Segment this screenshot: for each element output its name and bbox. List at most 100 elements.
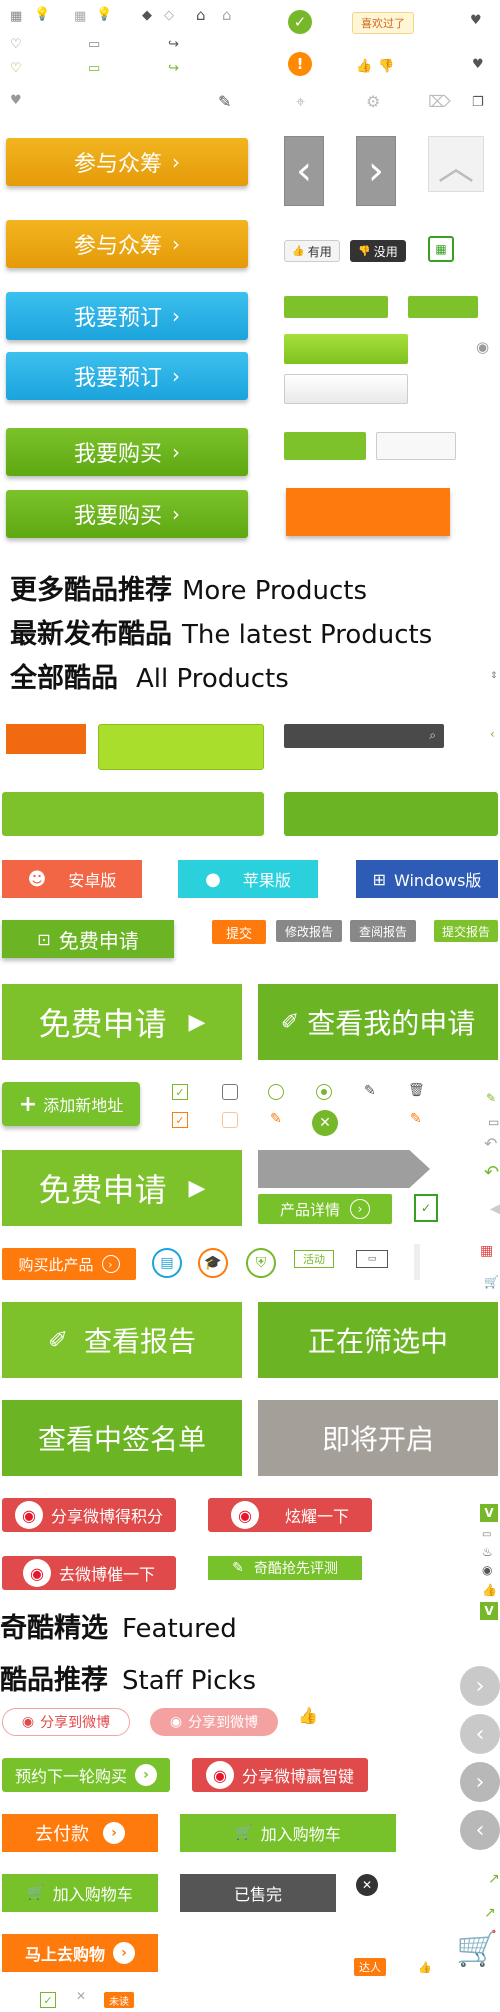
scroll-top-button[interactable]: ︿ (428, 136, 484, 192)
useful-yes-button[interactable]: 👍 有用 (284, 240, 340, 262)
show-off-button[interactable]: ◉ 炫耀一下 (208, 1498, 372, 1532)
trash-icon[interactable]: 🗑 (408, 1084, 425, 1097)
green-bar-button[interactable] (284, 296, 388, 318)
heart-green-icon[interactable]: ♡ (10, 62, 22, 75)
orange-bar-button[interactable] (6, 724, 86, 754)
android-button[interactable]: ☻ 安卓版 (2, 860, 142, 898)
fire-icon[interactable]: ♨ (482, 1546, 493, 1558)
circle-prev-button-2[interactable]: ‹ (460, 1810, 500, 1850)
search-icon[interactable]: ⌕ (429, 728, 436, 743)
heart-dark-icon[interactable]: ♥ (470, 14, 482, 27)
view-report-big-button[interactable]: ✐ 查看报告 (2, 1302, 242, 1378)
orange-block-button[interactable] (286, 488, 450, 536)
reserve-next-round-button[interactable]: 预约下一轮购买 › (2, 1758, 170, 1792)
film-icon[interactable]: ▤ (152, 1248, 182, 1278)
submit-button[interactable]: 提交 (212, 920, 266, 944)
thumb-up-icon[interactable]: 👍 (356, 60, 372, 73)
share-weibo-points-button[interactable]: ◉ 分享微博得积分 (2, 1498, 176, 1532)
pen-check-icon[interactable]: ✎ (218, 94, 231, 110)
chevron-left-gray-icon[interactable]: ◀ (490, 1202, 500, 1216)
add-address-button[interactable]: + 添加新地址 (2, 1082, 140, 1126)
calendar-red-icon[interactable]: ▦ (480, 1244, 493, 1258)
cart-large-green-icon[interactable]: 🛒 (456, 1932, 498, 1966)
buy-this-button[interactable]: 购买此产品 › (2, 1248, 136, 1280)
close-small-icon[interactable]: ✕ (76, 1990, 86, 2002)
checkbox-checked-green[interactable]: ✓ (172, 1084, 188, 1100)
copy-icon[interactable]: ❐ (472, 96, 484, 109)
share-green-icon[interactable]: ↪ (168, 62, 179, 75)
location-icon[interactable]: ⌖ (296, 94, 305, 110)
submit-report-button[interactable]: 提交报告 (434, 920, 498, 942)
circle-next-button[interactable]: › (460, 1666, 500, 1706)
urge-weibo-button[interactable]: ◉ 去微博催一下 (2, 1556, 176, 1590)
bulb-light-icon[interactable]: 💡 (96, 8, 112, 21)
radio-selected-green[interactable] (316, 1084, 332, 1100)
tag-icon[interactable]: ⌦ (428, 94, 451, 110)
buy-button-2[interactable]: 我要购买 › (6, 490, 248, 538)
thumb-up-gray-icon[interactable]: 👍 (482, 1584, 497, 1596)
preorder-button-2[interactable]: 我要预订 › (6, 352, 248, 400)
buy-button[interactable]: 我要购买 › (6, 428, 248, 476)
heart-dark2-icon[interactable]: ♥ (472, 58, 484, 71)
free-apply-small-button[interactable]: ⊡ 免费申请 (2, 920, 174, 958)
apple-button[interactable]: ● 苹果版 (178, 860, 318, 898)
free-apply-big-button[interactable]: 免费申请 ▶ (2, 984, 242, 1060)
bulb-icon[interactable]: 💡 (34, 8, 50, 21)
comment-icon[interactable]: ▭ (88, 38, 100, 51)
arrow-up-right-green-icon[interactable]: ↗ (488, 1872, 500, 1886)
carousel-next-button[interactable]: › (356, 136, 396, 206)
box-icon[interactable]: ◆ (142, 9, 152, 22)
checkbox-empty[interactable] (222, 1084, 238, 1100)
weibo-icon[interactable]: ◉ (476, 340, 489, 355)
view-winners-button[interactable]: 查看中签名单 (2, 1400, 242, 1476)
thumb-up-outline-icon[interactable]: 👍 (298, 1708, 318, 1724)
green-small-button[interactable] (284, 432, 366, 460)
chevron-left-small-icon[interactable]: ‹ (490, 728, 495, 740)
circle-next-button-2[interactable]: › (460, 1762, 500, 1802)
filtering-button[interactable]: 正在筛选中 (258, 1302, 498, 1378)
preorder-button[interactable]: 我要预订 › (6, 292, 248, 340)
bookmark-check-icon[interactable]: ✓ (414, 1194, 438, 1222)
thumb-up-small-icon[interactable]: 👍 (418, 1962, 432, 1973)
shield-icon[interactable]: ⛨ (246, 1248, 276, 1278)
useful-no-button[interactable]: 👎 没用 (350, 240, 406, 262)
share-icon[interactable]: ↪ (168, 38, 179, 51)
arrow-up-right-green2-icon[interactable]: ↗ (484, 1906, 496, 1920)
green-wide-button-2[interactable] (284, 792, 498, 836)
chat-small-icon[interactable]: ▭ (482, 1530, 491, 1540)
crowdfund-button-2[interactable]: 参与众筹 › (6, 220, 248, 268)
add-cart-button-2[interactable]: 🛒 加入购物车 (2, 1874, 158, 1912)
green-wide-button[interactable] (2, 792, 264, 836)
add-cart-button[interactable]: 🛒 加入购物车 (180, 1814, 396, 1852)
undo-green-icon[interactable]: ↶ (484, 1164, 499, 1182)
gear-icon[interactable]: ⚙ (366, 94, 380, 110)
home-light-icon[interactable]: ⌂ (222, 8, 232, 23)
carousel-prev-button[interactable]: ‹ (284, 136, 324, 206)
edit-report-button[interactable]: 修改报告 (276, 920, 342, 942)
undo-gray-icon[interactable]: ↶ (484, 1136, 497, 1152)
close-dark-circle-icon[interactable]: ✕ (356, 1874, 378, 1896)
comment-green-icon[interactable]: ▭ (88, 62, 100, 75)
coming-soon-button[interactable]: 即将开启 (258, 1400, 498, 1476)
checkbox-empty-orange[interactable] (222, 1112, 238, 1128)
calendar-icon[interactable]: ▦ (428, 236, 454, 262)
grid-icon[interactable]: ▦ (10, 10, 22, 23)
eye-icon[interactable]: ◉ (482, 1564, 492, 1576)
green-bar-small-button[interactable] (408, 296, 478, 318)
grid-light-icon[interactable]: ▦ (74, 10, 86, 23)
close-circle-icon[interactable]: ✕ (312, 1110, 338, 1136)
checkbox-checked-orange[interactable]: ✓ (172, 1112, 188, 1128)
green-gradient-button[interactable] (284, 334, 408, 364)
circle-prev-button[interactable]: ‹ (460, 1714, 500, 1754)
review-first-button[interactable]: ✎ 奇酷抢先评测 (208, 1556, 362, 1580)
lime-bar-button[interactable] (98, 724, 264, 770)
share-win-button[interactable]: ◉ 分享微博赢智键 (192, 1758, 368, 1792)
view-report-small-button[interactable]: 查阅报告 (350, 920, 416, 942)
checkbox-checked-bottom[interactable]: ✓ (40, 1992, 56, 2008)
comment-small-icon[interactable]: ▭ (488, 1116, 499, 1128)
radio-empty-green[interactable] (268, 1084, 284, 1100)
cart-small-icon[interactable]: 🛒 (484, 1276, 499, 1288)
free-apply-big-button-2[interactable]: 免费申请 ▶ (2, 1150, 242, 1226)
search-bar[interactable]: ⌕ (284, 724, 444, 748)
white-gradient-button[interactable] (284, 374, 408, 404)
